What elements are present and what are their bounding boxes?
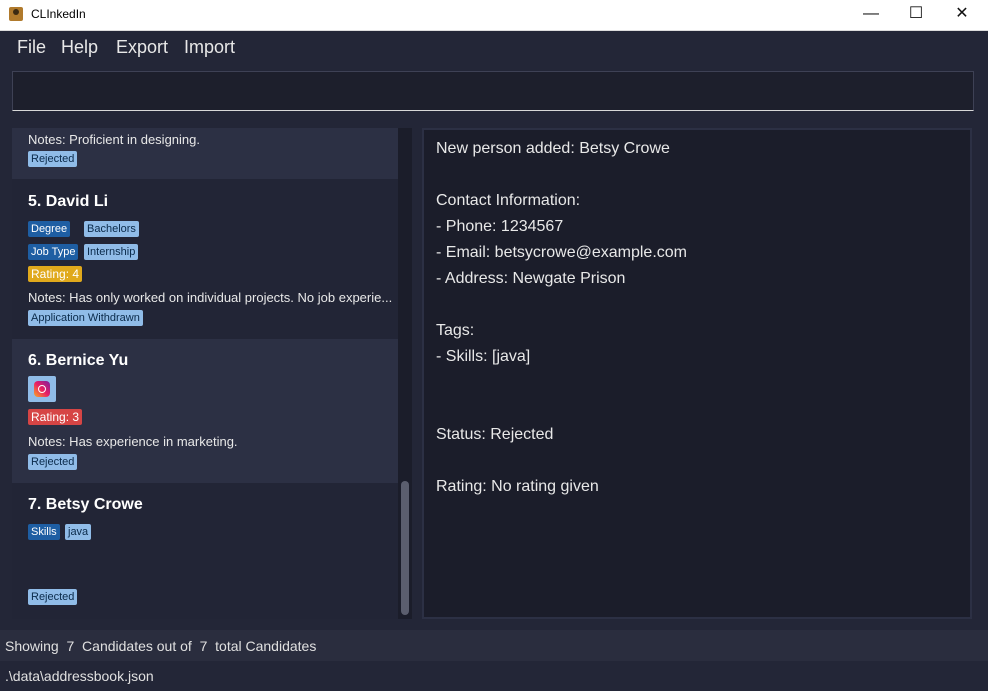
- command-input[interactable]: [12, 71, 974, 111]
- close-button[interactable]: ✕: [939, 0, 985, 30]
- data-file-path: .\data\addressbook.json: [5, 668, 154, 684]
- result-line: Contact Information:: [436, 192, 581, 209]
- result-line: - Address: Newgate Prison: [436, 270, 626, 287]
- minimize-button[interactable]: —: [848, 0, 894, 30]
- tag-key: Degree: [28, 221, 71, 237]
- window-title: CLInkedIn: [31, 7, 86, 21]
- result-line: Status: Rejected: [436, 426, 554, 443]
- candidate-notes: Notes: Has experience in marketing.: [28, 434, 238, 449]
- window-titlebar: CLInkedIn — ☐ ✕: [0, 0, 988, 31]
- candidate-list[interactable]: Notes: Proficient in designing. Rejected…: [12, 128, 412, 619]
- tag-value: Bachelors: [84, 221, 139, 237]
- rating-badge: Rating: 4: [28, 266, 83, 282]
- bottom-strip: [0, 691, 988, 695]
- maximize-button[interactable]: ☐: [893, 0, 939, 30]
- result-line: - Skills: [java]: [436, 348, 531, 365]
- tag-key: Job Type: [28, 244, 79, 260]
- result-display: New person added: Betsy Crowe Contact In…: [422, 128, 972, 619]
- main-area: Notes: Proficient in designing. Rejected…: [0, 118, 988, 630]
- result-line: New person added: Betsy Crowe: [436, 140, 670, 157]
- candidate-count-text: Showing 7 Candidates out of 7 total Cand…: [5, 638, 317, 654]
- app-icon: [9, 7, 23, 21]
- status-tag: Rejected: [28, 454, 78, 470]
- candidate-notes: Notes: Has only worked on individual pro…: [28, 290, 393, 305]
- menu-export[interactable]: Export: [116, 37, 168, 58]
- candidate-name: 5. David Li: [28, 193, 109, 210]
- result-line: - Email: betsycrowe@example.com: [436, 244, 687, 261]
- command-area: [0, 66, 988, 118]
- tag-value: Internship: [84, 244, 139, 260]
- status-tag: Rejected: [28, 589, 78, 605]
- candidate-card[interactable]: 6. Bernice Yu Rating: 3 Notes: Has exper…: [12, 339, 398, 483]
- result-line: Tags:: [436, 322, 475, 339]
- candidate-name: 6. Bernice Yu: [28, 352, 129, 369]
- list-scrollbar[interactable]: [398, 128, 412, 619]
- candidate-notes: Notes: Proficient in designing.: [28, 132, 200, 147]
- status-tag: Rejected: [28, 151, 78, 167]
- menu-import[interactable]: Import: [184, 37, 235, 58]
- candidate-card[interactable]: 5. David Li Degree Bachelors Job Type In…: [12, 179, 398, 339]
- footer-bar: .\data\addressbook.json: [0, 661, 988, 691]
- candidate-card[interactable]: 7. Betsy Crowe Skills java Rejected: [12, 483, 398, 619]
- candidate-name: 7. Betsy Crowe: [28, 496, 143, 513]
- menu-file[interactable]: File: [17, 37, 46, 58]
- menu-bar: File Help Export Import: [0, 31, 988, 66]
- instagram-icon[interactable]: [28, 376, 56, 402]
- status-tag: Application Withdrawn: [28, 310, 143, 326]
- tag-value: java: [65, 524, 92, 540]
- tag-key: Skills: [28, 524, 60, 540]
- status-bar: Showing 7 Candidates out of 7 total Cand…: [0, 630, 988, 661]
- menu-help[interactable]: Help: [61, 37, 98, 58]
- scrollbar-thumb[interactable]: [401, 481, 409, 615]
- result-line: Rating: No rating given: [436, 478, 599, 495]
- result-line: - Phone: 1234567: [436, 218, 564, 235]
- candidate-card[interactable]: Notes: Proficient in designing. Rejected: [12, 128, 398, 179]
- rating-badge: Rating: 3: [28, 409, 83, 425]
